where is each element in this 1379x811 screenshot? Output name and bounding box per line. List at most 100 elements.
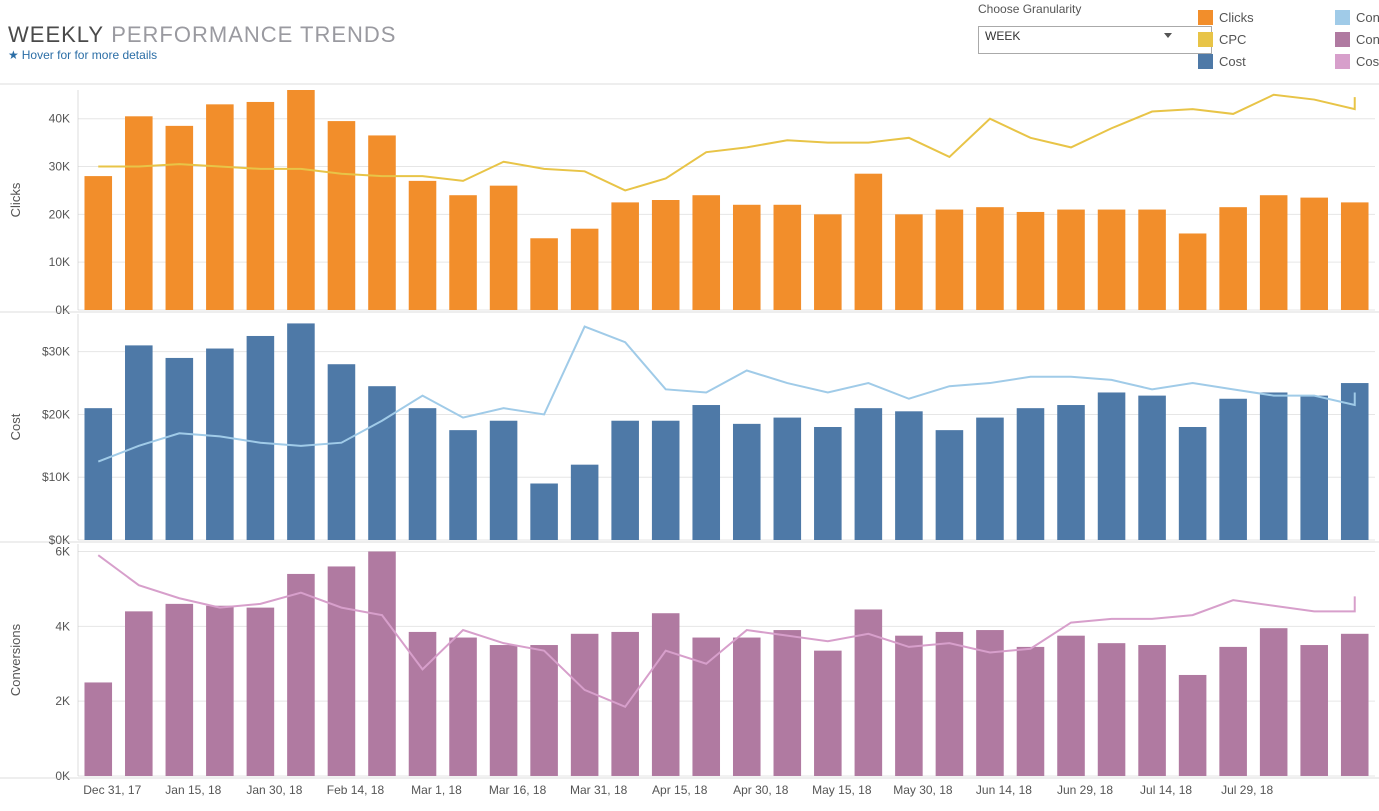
bar[interactable] [1260, 392, 1288, 540]
bar[interactable] [611, 202, 639, 310]
bar[interactable] [206, 349, 234, 540]
bar[interactable] [692, 195, 720, 310]
bar[interactable] [814, 214, 842, 310]
bar[interactable] [1057, 636, 1085, 776]
bar[interactable] [652, 421, 680, 540]
bar[interactable] [247, 336, 275, 540]
bar[interactable] [774, 630, 802, 776]
bar[interactable] [936, 210, 964, 310]
bar[interactable] [895, 214, 923, 310]
legend-item[interactable]: Cost [1198, 50, 1254, 72]
bar[interactable] [652, 613, 680, 776]
bar[interactable] [449, 195, 477, 310]
bar[interactable] [84, 682, 112, 776]
legend-item[interactable]: Conv [1335, 6, 1379, 28]
bar[interactable] [409, 632, 437, 776]
bar[interactable] [409, 408, 437, 540]
bar[interactable] [166, 126, 194, 310]
bar[interactable] [1017, 647, 1045, 776]
bar[interactable] [1300, 645, 1328, 776]
legend-item[interactable]: Cost [1335, 50, 1379, 72]
bar[interactable] [247, 608, 275, 776]
bar[interactable] [1219, 647, 1247, 776]
overlay-line[interactable] [98, 555, 1354, 707]
overlay-line[interactable] [98, 95, 1354, 191]
bar[interactable] [692, 405, 720, 540]
bar[interactable] [1017, 408, 1045, 540]
bar[interactable] [1219, 207, 1247, 310]
bar[interactable] [1300, 198, 1328, 310]
bar[interactable] [1017, 212, 1045, 310]
bar[interactable] [206, 606, 234, 776]
bar[interactable] [409, 181, 437, 310]
bar[interactable] [895, 636, 923, 776]
bar[interactable] [490, 186, 518, 310]
bar[interactable] [368, 135, 396, 310]
bar[interactable] [976, 418, 1004, 540]
bar[interactable] [125, 611, 153, 776]
bar[interactable] [166, 358, 194, 540]
bar[interactable] [490, 645, 518, 776]
bar[interactable] [814, 427, 842, 540]
bar[interactable] [936, 430, 964, 540]
bar[interactable] [1300, 396, 1328, 540]
bar[interactable] [571, 465, 599, 540]
bar[interactable] [1138, 645, 1166, 776]
bar[interactable] [733, 424, 761, 540]
performance-chart[interactable]: Clicks0K10K20K30K40KCost$0K$10K$20K$30KC… [0, 82, 1379, 806]
bar[interactable] [490, 421, 518, 540]
bar[interactable] [1138, 210, 1166, 310]
bar[interactable] [1219, 399, 1247, 540]
bar[interactable] [328, 364, 356, 540]
bar[interactable] [206, 104, 234, 310]
bar[interactable] [611, 632, 639, 776]
bar[interactable] [1098, 643, 1126, 776]
bar[interactable] [1098, 210, 1126, 310]
bar[interactable] [247, 102, 275, 310]
bar[interactable] [571, 634, 599, 776]
bar[interactable] [774, 205, 802, 310]
bar[interactable] [895, 411, 923, 540]
bar[interactable] [166, 604, 194, 776]
bar[interactable] [368, 386, 396, 540]
bar[interactable] [733, 638, 761, 776]
bar[interactable] [1057, 405, 1085, 540]
bar[interactable] [1138, 396, 1166, 540]
bar[interactable] [84, 408, 112, 540]
bar[interactable] [287, 90, 315, 310]
bar[interactable] [1341, 383, 1369, 540]
bar[interactable] [936, 632, 964, 776]
bar[interactable] [733, 205, 761, 310]
legend-item[interactable]: CPC [1198, 28, 1254, 50]
legend-item[interactable]: Conv [1335, 28, 1379, 50]
bar[interactable] [530, 645, 558, 776]
bar[interactable] [84, 176, 112, 310]
bar[interactable] [571, 229, 599, 310]
bar[interactable] [1098, 392, 1126, 540]
bar[interactable] [449, 638, 477, 776]
bar[interactable] [976, 207, 1004, 310]
bar[interactable] [1179, 427, 1207, 540]
bar[interactable] [611, 421, 639, 540]
overlay-line[interactable] [98, 327, 1354, 462]
bar[interactable] [125, 116, 153, 310]
bar[interactable] [652, 200, 680, 310]
bar[interactable] [1179, 675, 1207, 776]
bar[interactable] [1341, 634, 1369, 776]
bar[interactable] [287, 323, 315, 540]
bar[interactable] [287, 574, 315, 776]
bar[interactable] [1179, 233, 1207, 310]
bar[interactable] [1341, 202, 1369, 310]
legend-item[interactable]: Clicks [1198, 6, 1254, 28]
bar[interactable] [368, 551, 396, 776]
bar[interactable] [530, 238, 558, 310]
bar[interactable] [1260, 195, 1288, 310]
bar[interactable] [692, 638, 720, 776]
bar[interactable] [449, 430, 477, 540]
bar[interactable] [855, 408, 883, 540]
granularity-select[interactable]: WEEK [978, 26, 1212, 54]
bar[interactable] [530, 484, 558, 541]
bar[interactable] [814, 651, 842, 776]
bar[interactable] [855, 174, 883, 310]
bar[interactable] [1057, 210, 1085, 310]
